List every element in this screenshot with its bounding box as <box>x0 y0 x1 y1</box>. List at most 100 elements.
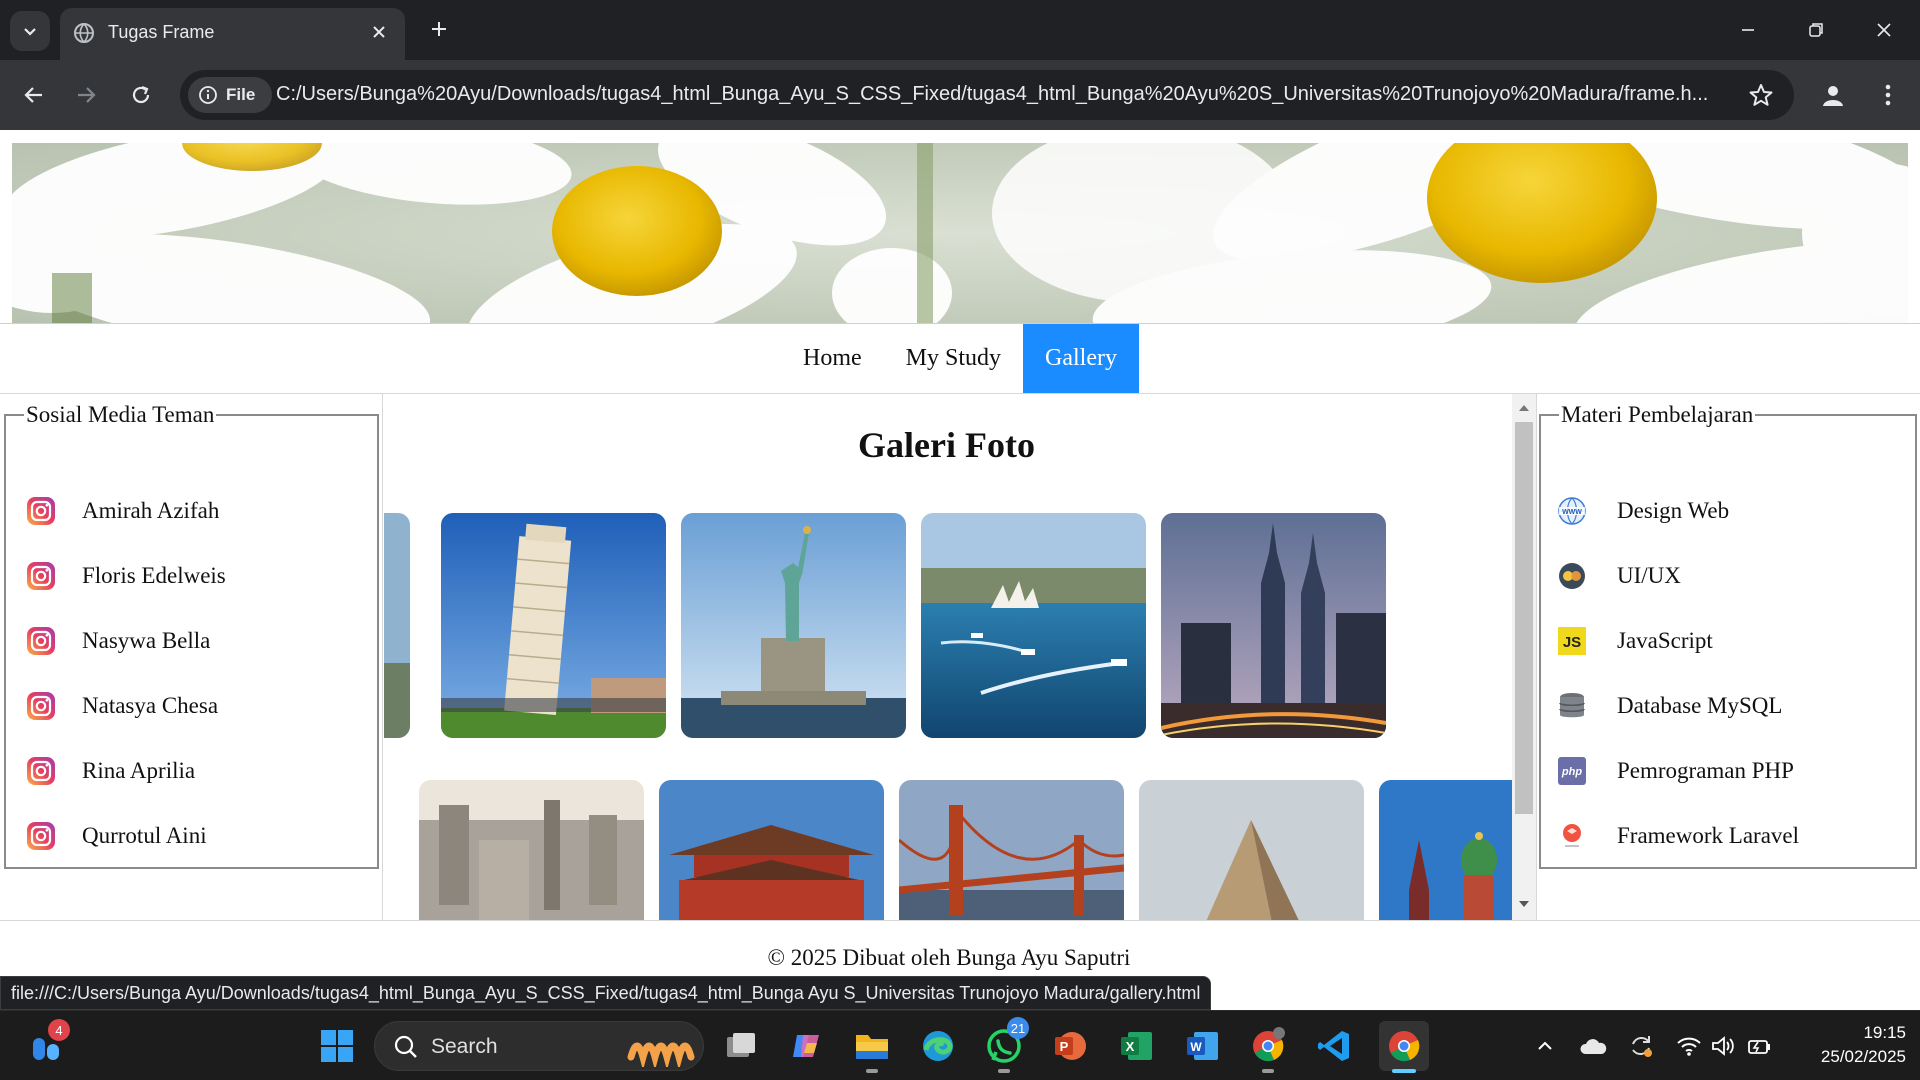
whatsapp-button[interactable]: 21 <box>983 1017 1029 1067</box>
social-media-list: Amirah Azifah Floris Edelweis Nasywa Bel… <box>6 478 377 868</box>
taskbar-search-box[interactable]: Search <box>374 1021 704 1071</box>
svg-text:X: X <box>1126 1039 1135 1054</box>
file-explorer-running-indicator <box>866 1069 878 1073</box>
material-link-item[interactable]: Framework Laravel <box>1541 803 1915 868</box>
gallery-photo-golden-gate[interactable] <box>899 780 1124 920</box>
word-button[interactable]: W <box>1181 1025 1223 1067</box>
forward-button[interactable] <box>66 75 106 115</box>
file-explorer-button[interactable] <box>851 1025 893 1067</box>
minimize-button[interactable] <box>1726 10 1770 50</box>
show-hidden-icons-button[interactable] <box>1524 1025 1566 1067</box>
social-link-item[interactable]: Amirah Azifah <box>6 478 377 543</box>
address-bar[interactable]: File C:/Users/Bunga%20Ayu/Downloads/tuga… <box>180 70 1794 120</box>
svg-text:WWW: WWW <box>1562 509 1582 516</box>
material-link-item[interactable]: UI/UX <box>1541 543 1915 608</box>
bookmark-star-icon[interactable] <box>1748 82 1774 108</box>
tab-search-button[interactable] <box>10 11 50 51</box>
profile-button[interactable] <box>1813 75 1853 115</box>
gallery-photo-pisa[interactable] <box>441 513 666 738</box>
social-link-item[interactable]: Qurrotul Aini <box>6 803 377 868</box>
url-text[interactable]: C:/Users/Bunga%20Ayu/Downloads/tugas4_ht… <box>276 83 1726 106</box>
nav-home[interactable]: Home <box>781 324 884 393</box>
reload-button[interactable] <box>121 75 161 115</box>
scrollbar-thumb[interactable] <box>1515 422 1533 814</box>
gallery-photo-sydney[interactable] <box>921 513 1146 738</box>
link-status-bubble: file:///C:/Users/Bunga Ayu/Downloads/tug… <box>0 976 1212 1010</box>
laravel-icon <box>1563 823 1581 847</box>
folder-icon <box>856 1035 888 1059</box>
wifi-icon <box>1677 1037 1701 1056</box>
gallery-photo-liberty[interactable] <box>681 513 906 738</box>
chevron-up-icon <box>1538 1041 1552 1050</box>
arrow-right-icon <box>78 87 96 103</box>
scroll-up-arrow-icon[interactable] <box>1512 398 1536 418</box>
material-link-item[interactable]: php Pemrograman PHP <box>1541 738 1915 803</box>
restore-button[interactable] <box>1794 10 1838 50</box>
edge-icon <box>923 1031 953 1061</box>
gallery-photo-forbidden-city[interactable] <box>659 780 884 920</box>
site-info-chip[interactable]: File <box>188 77 272 113</box>
social-link-item[interactable]: Rina Aprilia <box>6 738 377 803</box>
london-skyline-image <box>419 780 644 920</box>
widgets-button[interactable]: 4 <box>26 1019 70 1067</box>
social-link-label: Rina Aprilia <box>82 757 196 783</box>
widgets-badge: 4 <box>48 1019 70 1041</box>
scroll-down-arrow-icon[interactable] <box>1512 894 1536 914</box>
tab-close-button[interactable] <box>367 20 391 44</box>
close-window-button[interactable] <box>1862 10 1906 50</box>
info-icon <box>199 86 217 104</box>
browser-tab[interactable]: Tugas Frame <box>60 8 405 60</box>
material-link-label: Pemrograman PHP <box>1617 757 1794 783</box>
material-link-item[interactable]: WWW Design Web <box>1541 478 1915 543</box>
gallery-photo-pyramid[interactable] <box>1139 780 1364 920</box>
back-button[interactable] <box>14 75 54 115</box>
daisy-banner-illustration <box>12 143 1908 323</box>
material-link-item[interactable]: JS JavaScript <box>1541 608 1915 673</box>
excel-icon: X <box>1121 1032 1152 1060</box>
sync-button[interactable] <box>1620 1025 1662 1067</box>
onedrive-button[interactable] <box>1572 1025 1614 1067</box>
gallery-scrollbar[interactable] <box>1512 394 1536 920</box>
nav-gallery[interactable]: Gallery <box>1023 324 1139 393</box>
material-link-item[interactable]: Database MySQL <box>1541 673 1915 738</box>
task-view-icon <box>727 1033 755 1057</box>
social-link-item[interactable]: Natasya Chesa <box>6 673 377 738</box>
start-button[interactable] <box>316 1025 358 1067</box>
learning-materials-box: Materi Pembelajaran WWW Design Web UI/UX… <box>1539 402 1917 869</box>
profile-icon <box>1823 86 1843 106</box>
edge-button[interactable] <box>917 1025 959 1067</box>
chrome-active-button[interactable] <box>1379 1021 1429 1071</box>
social-link-label: Amirah Azifah <box>82 497 220 523</box>
vscode-button[interactable] <box>1313 1025 1355 1067</box>
whatsapp-badge: 21 <box>1007 1017 1029 1039</box>
social-link-item[interactable]: Floris Edelweis <box>6 543 377 608</box>
gallery-photo-london[interactable] <box>419 780 644 920</box>
powerpoint-button[interactable]: P <box>1049 1025 1091 1067</box>
word-icon: W <box>1187 1032 1218 1060</box>
chrome-profile-running-indicator <box>1262 1069 1274 1073</box>
browser-menu-button[interactable] <box>1868 75 1908 115</box>
material-link-label: UI/UX <box>1617 562 1681 588</box>
browser-toolbar: File C:/Users/Bunga%20Ayu/Downloads/tuga… <box>0 60 1920 130</box>
gallery-title: Galeri Foto <box>858 425 1035 465</box>
cloud-icon <box>1580 1039 1607 1054</box>
gallery-photo-petronas[interactable] <box>1161 513 1386 738</box>
search-highlight-icon <box>627 1042 695 1067</box>
social-link-item[interactable]: Nasywa Bella <box>6 608 377 673</box>
new-tab-button[interactable] <box>424 14 454 44</box>
learning-materials-list: WWW Design Web UI/UX JS JavaScript Datab… <box>1541 478 1915 868</box>
nav-my-study[interactable]: My Study <box>884 324 1023 393</box>
battery-button[interactable] <box>1738 1025 1780 1067</box>
restore-icon <box>1809 23 1823 37</box>
task-view-button[interactable] <box>720 1025 762 1067</box>
gallery-photo-partial[interactable] <box>384 513 410 738</box>
chrome-profile-button[interactable] <box>1247 1025 1289 1067</box>
copilot-button[interactable] <box>785 1025 827 1067</box>
excel-button[interactable]: X <box>1115 1025 1157 1067</box>
material-link-label: JavaScript <box>1617 627 1713 653</box>
taskbar-clock[interactable]: 19:15 25/02/2025 <box>1796 1021 1906 1069</box>
sync-icon <box>1632 1036 1652 1057</box>
svg-text:W: W <box>1190 1040 1202 1054</box>
chrome-active-indicator <box>1392 1069 1416 1073</box>
arrow-left-icon <box>24 87 42 103</box>
